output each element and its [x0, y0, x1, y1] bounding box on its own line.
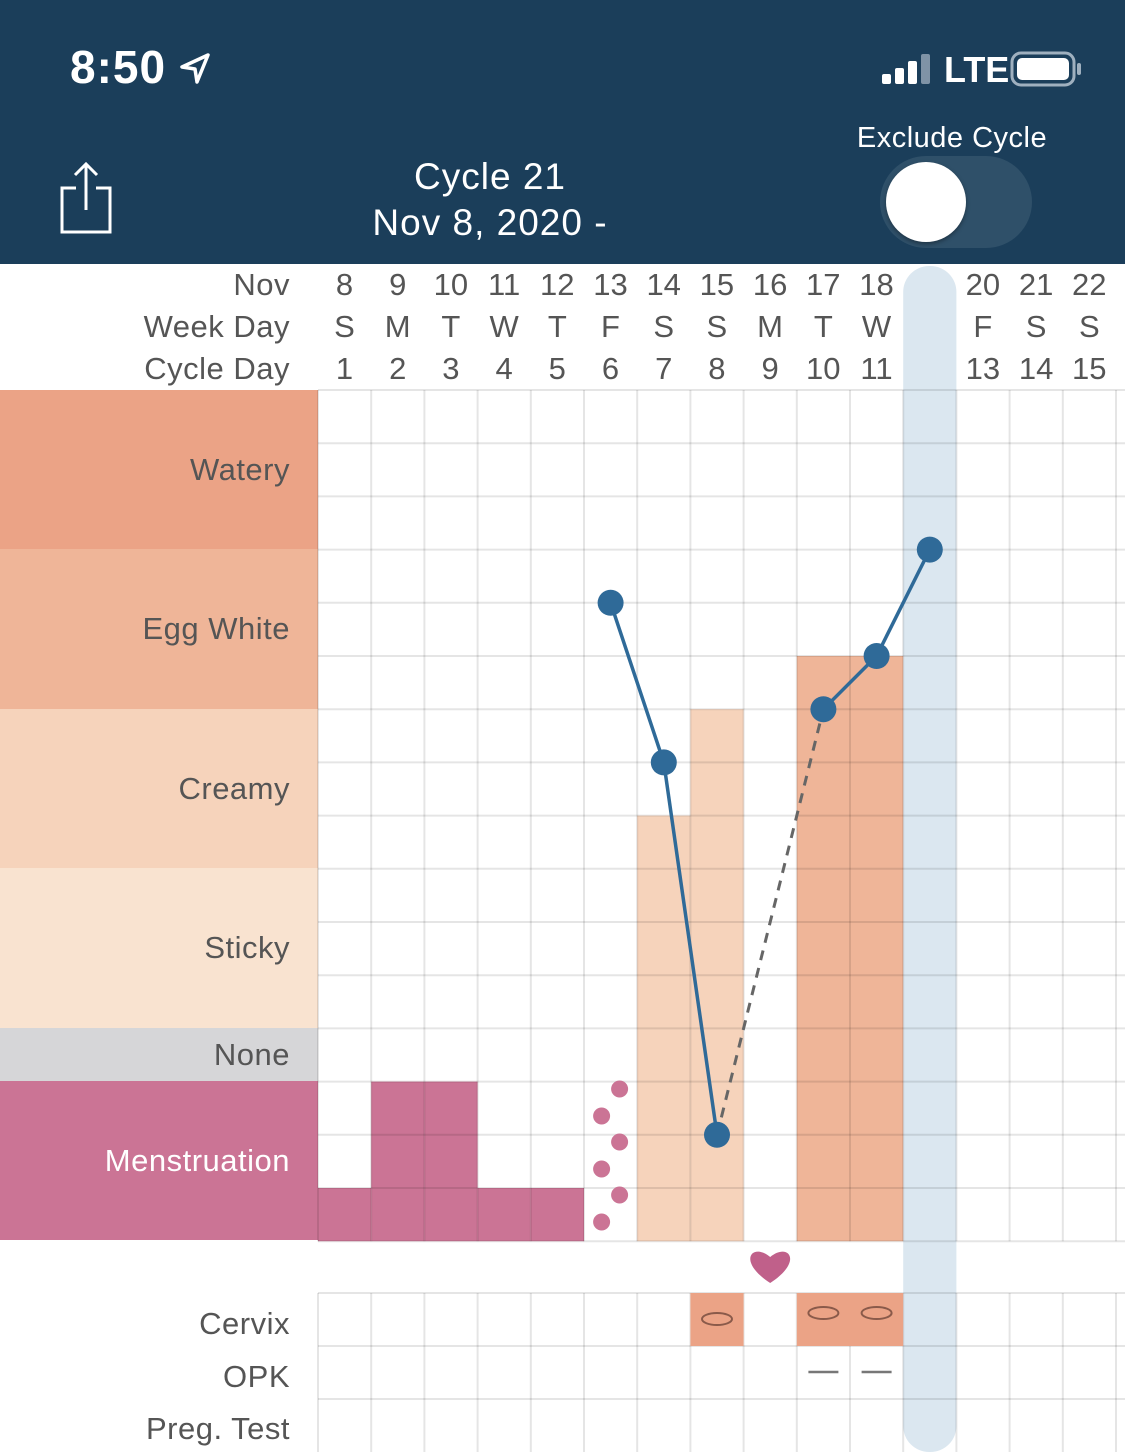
spotting-dot: [593, 1107, 611, 1125]
spotting-dot: [593, 1160, 611, 1178]
spotting-dot: [611, 1080, 629, 1098]
temperature-point: [650, 749, 677, 776]
spotting-dot: [611, 1133, 629, 1151]
menstruation-bar: [477, 1188, 531, 1242]
temperature-point: [704, 1121, 730, 1148]
temperature-point: [597, 589, 624, 616]
spotting-dot: [611, 1186, 629, 1204]
menstruation-bar: [371, 1081, 425, 1242]
cervix-cell: [690, 1293, 744, 1346]
mucus-bar: [796, 656, 850, 1242]
menstruation-bar: [530, 1188, 584, 1242]
cycle-chart[interactable]: [0, 0, 1125, 1452]
spotting-dot: [593, 1213, 611, 1231]
menstruation-bar: [318, 1188, 372, 1242]
temperature-point: [810, 696, 837, 723]
temperature-point: [863, 643, 890, 669]
menstruation-bar: [424, 1081, 478, 1242]
heart-icon: [750, 1251, 791, 1283]
mucus-bar: [850, 656, 904, 1242]
temperature-point: [916, 536, 943, 563]
